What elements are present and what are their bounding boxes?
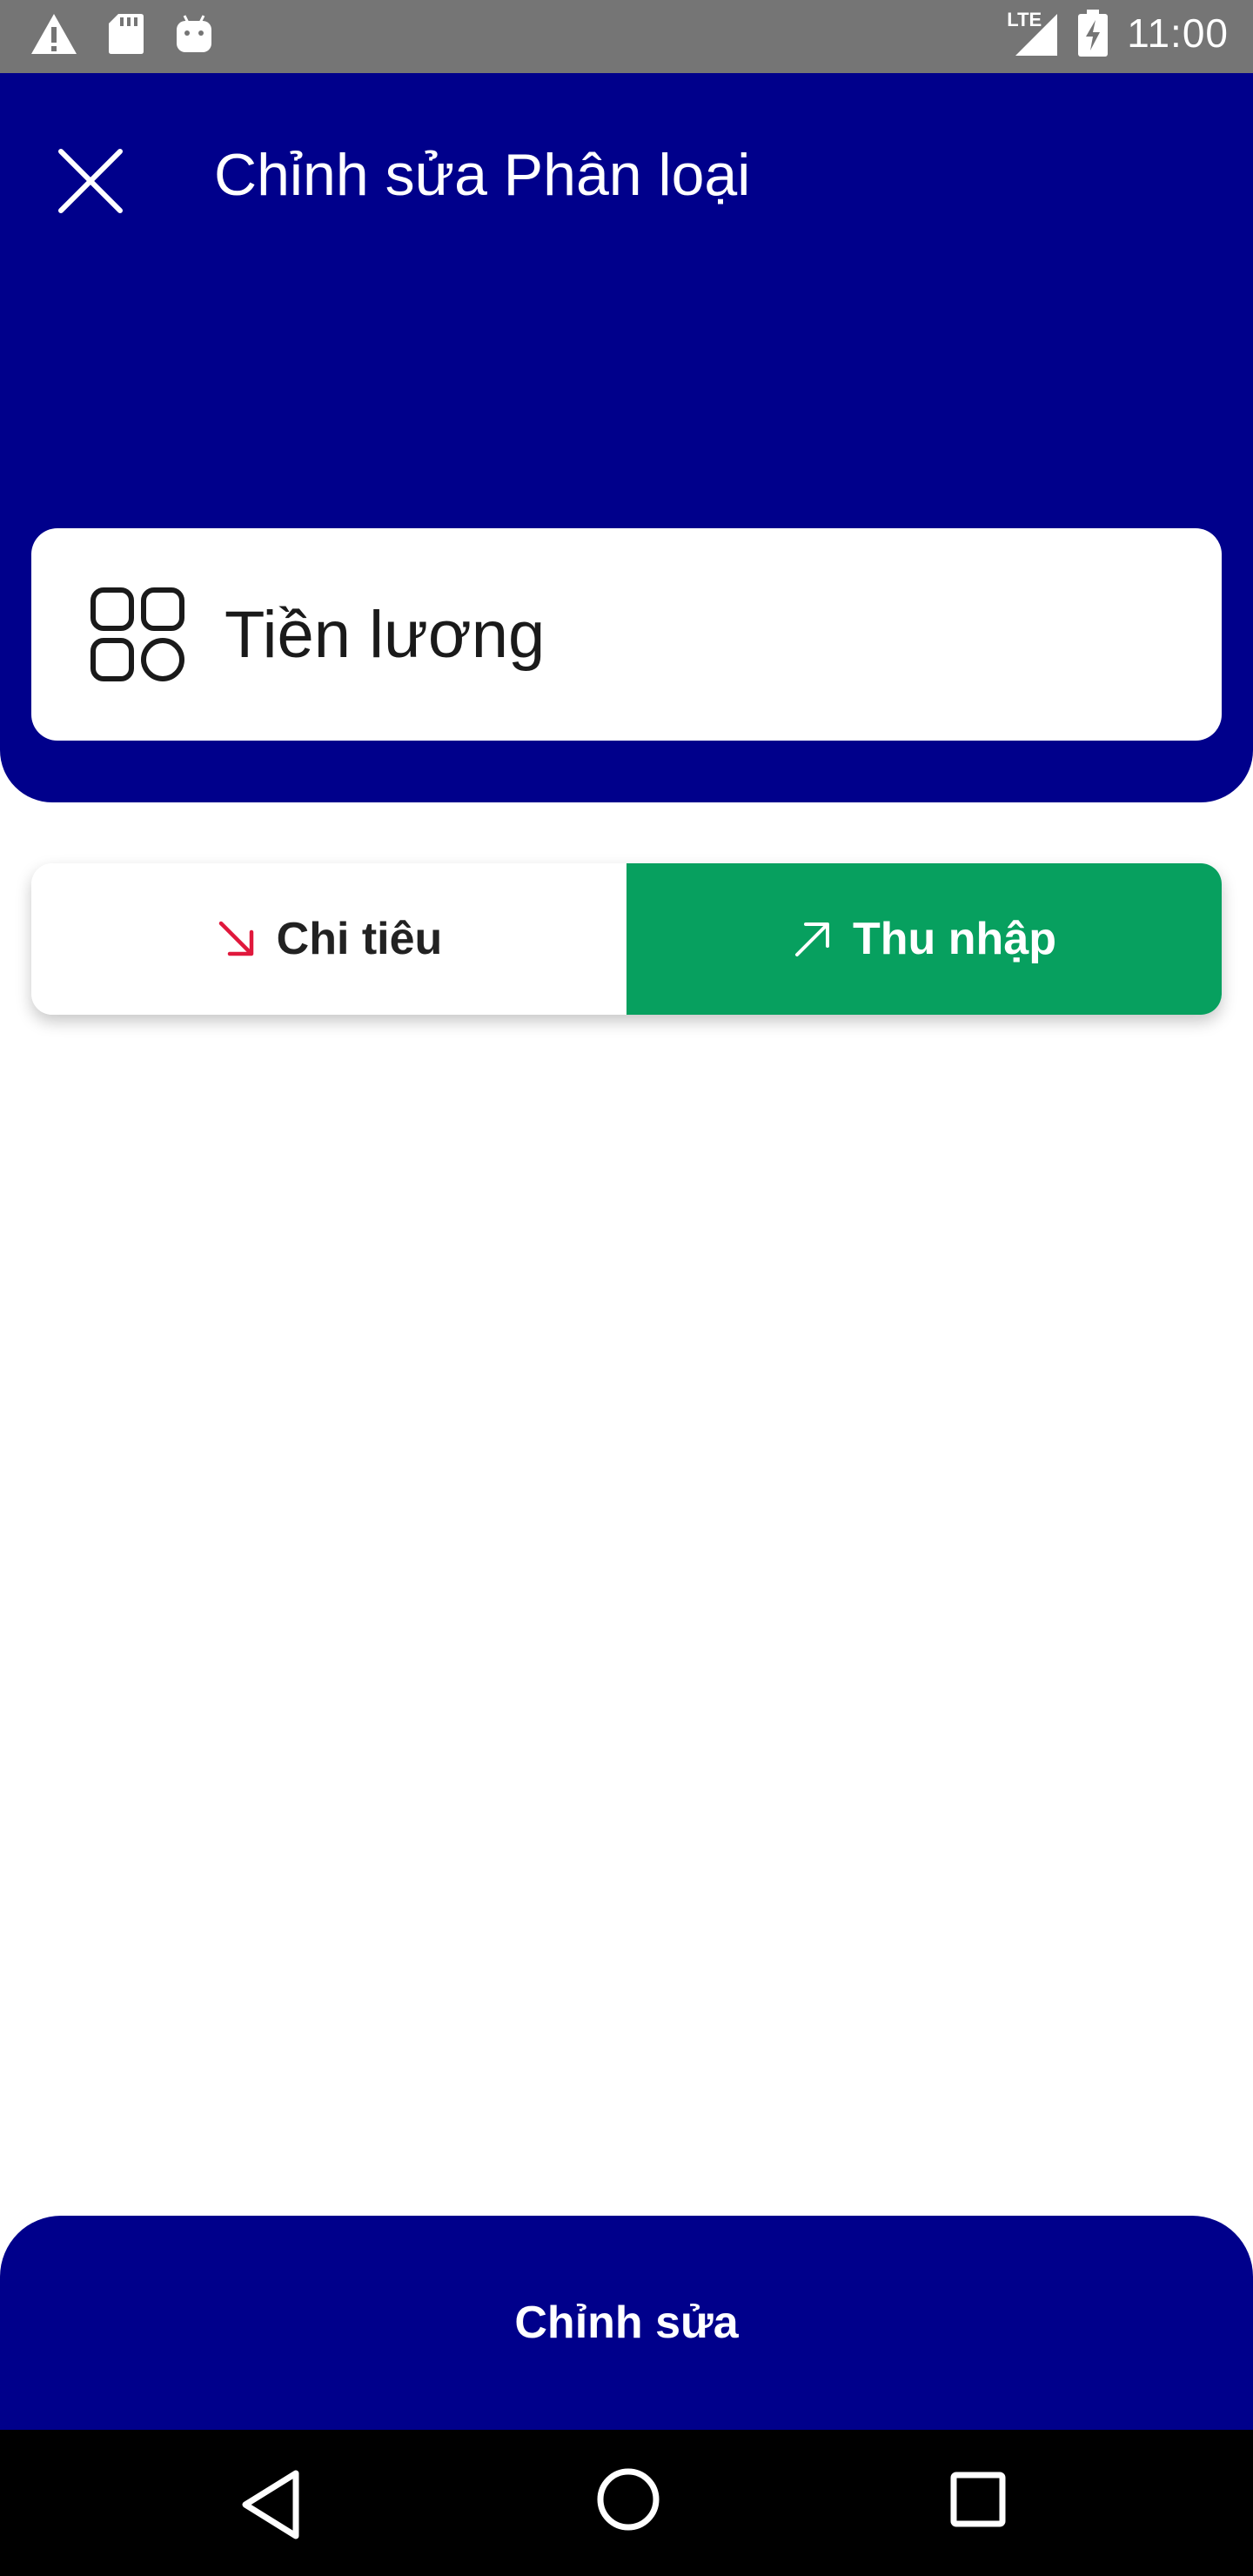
income-label: Thu nhập	[853, 914, 1056, 964]
status-left-icons	[30, 12, 214, 56]
arrow-up-right-icon	[795, 922, 830, 956]
home-icon[interactable]	[593, 2465, 663, 2534]
android-icon	[177, 15, 211, 52]
header: Chỉnh sửa Phân loại	[0, 73, 1253, 802]
close-icon	[58, 149, 123, 213]
warning-icon	[31, 14, 77, 54]
arrow-down-right-icon	[218, 921, 253, 956]
back-icon[interactable]	[235, 2468, 313, 2541]
status-right-icons: LTE 11:00	[1007, 9, 1229, 57]
expense-label: Chi tiêu	[276, 914, 443, 964]
battery-charging-icon	[1078, 10, 1109, 57]
sd-card-icon	[109, 14, 144, 54]
edit-submit-button[interactable]: Chỉnh sửa	[0, 2216, 1253, 2430]
category-name-input[interactable]	[224, 580, 1182, 688]
status-bar: LTE 11:00	[0, 0, 1253, 73]
close-button[interactable]	[45, 136, 136, 226]
type-toggle: Chi tiêu Thu nhập	[31, 863, 1222, 1015]
system-nav-bar	[0, 2430, 1253, 2576]
page-title: Chỉnh sửa Phân loại	[214, 142, 751, 208]
recents-icon[interactable]	[947, 2468, 1016, 2538]
status-time: 11:00	[1127, 10, 1229, 56]
category-name-card	[31, 528, 1222, 741]
expense-toggle-button[interactable]: Chi tiêu	[31, 863, 626, 1015]
income-toggle-button[interactable]: Thu nhập	[626, 863, 1222, 1015]
category-grid-icon[interactable]	[90, 587, 184, 681]
signal-icon: LTE	[1007, 9, 1059, 57]
edit-submit-label: Chỉnh sửa	[514, 2298, 739, 2348]
